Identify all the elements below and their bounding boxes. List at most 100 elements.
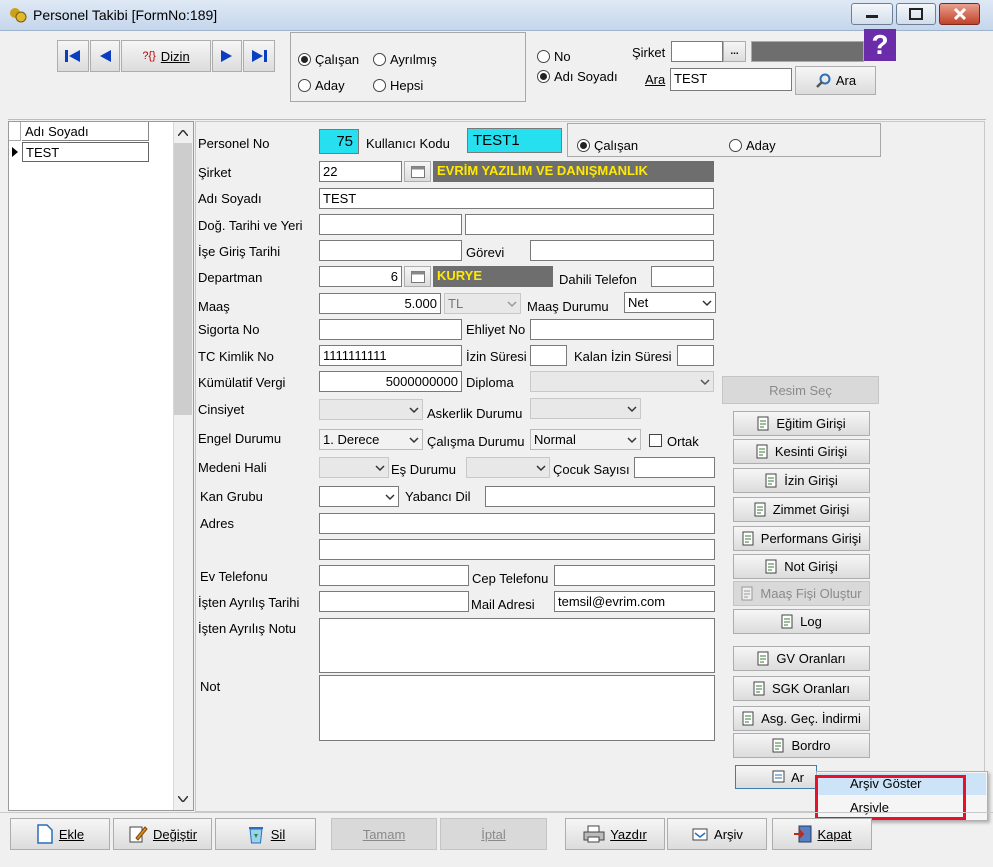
maximize-button[interactable] [896,3,936,25]
izin-button[interactable]: İzin Girişi [733,468,870,493]
first-record-button[interactable] [57,40,89,72]
dogum-tarihi-input[interactable] [319,214,462,235]
iptal-button[interactable]: İptal [440,818,547,850]
es-select[interactable] [466,457,550,478]
button-label: Performans Girişi [760,531,862,546]
currency-select[interactable]: TL [444,293,521,314]
radio-type-calisan[interactable]: Çalışan [577,138,638,153]
asg-button[interactable]: Asg. Geç. İndirmi [733,706,870,731]
prev-record-button[interactable] [90,40,120,72]
zimmet-button[interactable]: Zimmet Girişi [733,497,870,522]
askerlik-select[interactable] [530,398,641,419]
departman-no-input[interactable]: 6 [319,266,402,287]
resim-sec-button[interactable]: Resim Seç [722,376,879,404]
scroll-thumb[interactable] [174,143,192,415]
bordro-button[interactable]: Bordro [733,733,870,758]
sirket-lookup-button[interactable]: ... [723,41,746,62]
log-button[interactable]: Log [733,609,870,634]
sirket-no-input[interactable]: 22 [319,161,402,182]
radio-type-aday[interactable]: Aday [729,138,776,153]
arsiv-side-button[interactable]: Ar [735,765,817,789]
cep-tel-input[interactable] [554,565,715,586]
grid-header[interactable]: Adı Soyadı [22,122,149,141]
dizin-button[interactable]: ?{} Dizin [121,40,211,72]
kumulatif-input[interactable]: 5000000000 [319,371,462,392]
gv-oranlari-button[interactable]: GV Oranları [733,646,870,671]
maas-fisi-button[interactable]: Maaş Fişi Oluştur [733,581,870,606]
ayrilis-tarihi-input[interactable] [319,591,469,612]
arsiv-button[interactable]: Arşiv [667,818,767,850]
document-icon [741,586,753,600]
izin-suresi-input[interactable] [530,345,567,366]
sigorta-input[interactable] [319,319,462,340]
radio-aday[interactable]: Aday [298,78,345,93]
mail-input[interactable]: temsil@evrim.com [554,591,715,612]
kullanici-kodu-field[interactable]: TEST1 [467,128,562,153]
sgk-oranlari-button[interactable]: SGK Oranları [733,676,870,701]
radio-hepsi[interactable]: Hepsi [373,78,423,93]
maas-durumu-select[interactable]: Net [624,292,716,313]
ekle-button[interactable]: Ekle [10,818,110,850]
not-textarea[interactable] [319,675,715,741]
cocuk-input[interactable] [634,457,715,478]
grid-row[interactable]: TEST [22,142,149,162]
departman-label: Departman [198,270,263,285]
maas-input[interactable]: 5.000 [319,293,441,314]
adres-line1-input[interactable] [319,513,715,534]
yazdir-button[interactable]: Yazdır [565,818,665,850]
departman-lookup-button[interactable] [404,266,431,287]
tc-input[interactable]: 1111111111 [319,345,462,366]
ayrilis-notu-textarea[interactable] [319,618,715,673]
radio-label: Adı Soyadı [554,69,618,84]
scroll-down-icon[interactable] [174,790,192,808]
diploma-label: Diploma [466,375,514,390]
help-icon[interactable]: ? [864,29,896,61]
kalan-izin-label: Kalan İzin Süresi [574,349,672,364]
gorevi-input[interactable] [530,240,714,261]
mail-label: Mail Adresi [471,597,535,612]
kumulatif-label: Kümülatif Vergi [198,375,286,390]
not-girisi-button[interactable]: Not Girişi [733,554,870,579]
radio-ayrilmis[interactable]: Ayrılmış [373,52,437,67]
scroll-up-icon[interactable] [174,124,192,142]
radio-search-name[interactable]: Adı Soyadı [537,69,618,84]
degistir-button[interactable]: Değiştir [113,818,212,850]
radio-search-no[interactable]: No [537,49,571,64]
ise-giris-input[interactable] [319,240,462,261]
dahili-input[interactable] [651,266,714,287]
yabanci-input[interactable] [485,486,715,507]
dizin-icon: ?{} [142,50,156,62]
sirket-search-input[interactable] [671,41,723,62]
diploma-select[interactable] [530,371,714,392]
cinsiyet-select[interactable] [319,399,423,420]
yabanci-label: Yabancı Dil [405,489,471,504]
performans-button[interactable]: Performans Girişi [733,526,870,551]
kesinti-button[interactable]: Kesinti Girişi [733,439,870,464]
calisma-select[interactable]: Normal [530,429,641,450]
engel-select[interactable]: 1. Derece [319,429,423,450]
tamam-button[interactable]: Tamam [331,818,437,850]
ehliyet-input[interactable] [530,319,714,340]
dogum-yeri-input[interactable] [465,214,714,235]
adres-line2-input[interactable] [319,539,715,560]
ev-tel-input[interactable] [319,565,469,586]
radio-label: Çalışan [315,52,360,67]
radio-dot [373,53,386,66]
personel-no-field[interactable]: 75 [319,129,359,154]
radio-calisan[interactable]: Çalışan [298,52,359,67]
sirket-lookup-button[interactable] [404,161,431,182]
medeni-select[interactable] [319,457,389,478]
egitim-button[interactable]: Eğitim Girişi [733,411,870,436]
kalan-izin-input[interactable] [677,345,714,366]
adi-soyadi-input[interactable]: TEST [319,188,714,209]
ara-button[interactable]: Ara [795,66,876,95]
last-record-button[interactable] [243,40,275,72]
kan-select[interactable] [319,486,399,507]
ortak-checkbox[interactable] [649,434,662,447]
kapat-button[interactable]: Kapat [772,818,872,850]
sil-button[interactable]: Sil [215,818,316,850]
next-record-button[interactable] [212,40,242,72]
minimize-button[interactable] [851,3,893,25]
ara-input[interactable]: TEST [670,68,792,91]
close-button[interactable] [939,3,980,25]
